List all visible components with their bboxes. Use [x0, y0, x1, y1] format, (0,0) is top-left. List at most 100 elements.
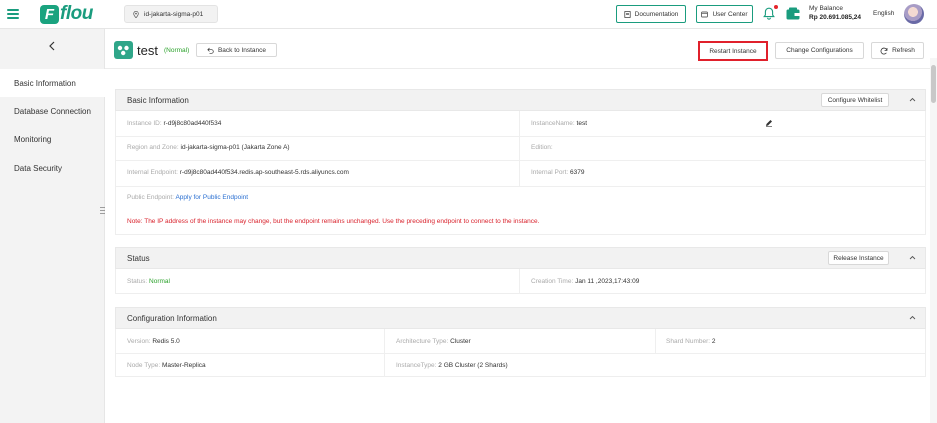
column-divider	[519, 269, 520, 294]
node-type-key: Node Type:	[127, 362, 161, 369]
logo-mark: F	[40, 4, 59, 24]
location-pin-icon	[133, 10, 139, 18]
edit-icon[interactable]	[765, 119, 773, 127]
public-endpoint-key: Public Endpoint:	[127, 194, 174, 201]
status-body	[115, 269, 926, 294]
release-instance-button[interactable]: Release Instance	[828, 251, 889, 265]
basic-information-header: Basic Information	[115, 89, 926, 111]
top-bar: F flou id-jakarta-sigma-p01 Documentatio…	[0, 0, 937, 29]
internal-port-key: Internal Port:	[531, 169, 569, 176]
status-title: Status	[127, 253, 150, 263]
chevron-up-icon[interactable]	[909, 315, 916, 320]
row-divider	[116, 353, 925, 354]
instance-icon	[114, 41, 133, 59]
instance-name-title: test	[137, 43, 158, 58]
notification-dot	[774, 5, 778, 9]
internal-endpoint-field: Internal Endpoint: r-d9j8c80ad440f534.re…	[127, 169, 349, 176]
scrollbar-track[interactable]	[930, 58, 937, 423]
region-zone-key: Region and Zone:	[127, 144, 179, 151]
internal-port-value: 6379	[570, 169, 585, 176]
user-center-label: User Center	[712, 10, 748, 18]
document-icon	[624, 10, 631, 18]
region-zone-value: id-jakarta-sigma-p01 (Jakarta Zone A)	[180, 144, 290, 151]
logo-text: flou	[60, 3, 93, 24]
instance-id-value: r-d9j8c80ad440f534	[163, 120, 222, 127]
wallet-icon[interactable]	[786, 7, 800, 20]
node-type-value: Master-Replica	[161, 362, 206, 369]
sidebar-collapse-handle-icon[interactable]	[99, 206, 106, 215]
internal-endpoint-key: Internal Endpoint:	[127, 169, 178, 176]
edition-key: Edition:	[531, 144, 553, 151]
sidebar-item-database-connection[interactable]: Database Connection	[0, 97, 105, 125]
balance-display[interactable]: My Balance Rp 20.691.085,24	[809, 4, 869, 26]
change-configurations-button[interactable]: Change Configurations	[775, 42, 864, 59]
edition-field: Edition:	[531, 144, 553, 151]
public-endpoint-field: Public Endpoint: Apply for Public Endpoi…	[127, 194, 248, 201]
instance-name-value: test	[576, 120, 588, 127]
refresh-icon	[880, 47, 888, 54]
documentation-button[interactable]: Documentation	[616, 5, 686, 23]
documentation-label: Documentation	[634, 10, 679, 18]
chevron-up-icon[interactable]	[909, 255, 916, 260]
sidebar-item-basic-information[interactable]: Basic Information	[0, 69, 105, 97]
shard-number-field: Shard Number: 2	[666, 338, 716, 345]
refresh-label: Refresh	[892, 47, 915, 54]
restart-instance-button[interactable]: Restart Instance	[698, 41, 768, 61]
balance-label: My Balance	[809, 5, 843, 12]
basic-information-title: Basic Information	[127, 95, 189, 105]
instance-name-key: InstanceName:	[531, 120, 575, 127]
instance-id-key: Instance ID:	[127, 120, 162, 127]
instance-id-field: Instance ID: r-d9j8c80ad440f534	[127, 120, 221, 127]
architecture-type-key: Architecture Type:	[396, 338, 449, 345]
user-icon	[701, 11, 709, 17]
region-label: id-jakarta-sigma-p01	[144, 10, 204, 18]
instance-name-field: InstanceName: test	[531, 120, 587, 127]
configuration-information-header: Configuration Information	[115, 307, 926, 329]
architecture-type-value: Cluster	[450, 338, 471, 345]
language-selector[interactable]: English	[873, 10, 894, 17]
redis-cluster-icon	[117, 45, 129, 56]
chevron-up-icon[interactable]	[909, 97, 916, 102]
bell-icon[interactable]	[763, 7, 775, 20]
version-value: Redis 5.0	[152, 338, 180, 345]
chevron-left-icon[interactable]	[48, 41, 56, 51]
header-divider	[105, 68, 930, 69]
architecture-type-field: Architecture Type: Cluster	[396, 338, 471, 345]
shard-number-key: Shard Number:	[666, 338, 711, 345]
row-divider	[116, 136, 925, 137]
apply-public-endpoint-link[interactable]: Apply for Public Endpoint	[175, 194, 248, 201]
balance-amount: Rp 20.691.085,24	[809, 14, 862, 21]
sidebar-item-data-security[interactable]: Data Security	[0, 154, 105, 182]
back-to-instance-button[interactable]: Back to Instance	[196, 43, 277, 57]
region-selector[interactable]: id-jakarta-sigma-p01	[124, 5, 218, 23]
version-key: Version:	[127, 338, 151, 345]
internal-port-field: Internal Port: 6379	[531, 169, 585, 176]
user-center-button[interactable]: User Center	[696, 5, 753, 23]
endpoint-note: Note: The IP address of the instance may…	[127, 218, 540, 225]
column-divider	[655, 329, 656, 353]
creation-time-value: Jan 11 ,2023,17:43:09	[575, 278, 640, 285]
menu-icon[interactable]	[7, 9, 19, 19]
status-field: Status: Normal	[127, 278, 170, 285]
status-key: Status:	[127, 278, 148, 285]
avatar[interactable]	[904, 4, 924, 24]
region-zone-field: Region and Zone: id-jakarta-sigma-p01 (J…	[127, 144, 290, 151]
internal-endpoint-value: r-d9j8c80ad440f534.redis.ap-southeast-5.…	[179, 169, 349, 176]
creation-time-key: Creation Time:	[531, 278, 574, 285]
creation-time-field: Creation Time: Jan 11 ,2023,17:43:09	[531, 278, 639, 285]
sidebar-item-monitoring[interactable]: Monitoring	[0, 125, 105, 153]
instance-type-value: 2 GB Cluster (2 Shards)	[438, 362, 508, 369]
configure-whitelist-button[interactable]: Configure Whitelist	[821, 93, 889, 107]
logo[interactable]: F flou	[40, 3, 93, 24]
node-type-field: Node Type: Master-Replica	[127, 362, 206, 369]
instance-type-key: InstanceType:	[396, 362, 437, 369]
configuration-information-title: Configuration Information	[127, 313, 217, 323]
instance-type-field: InstanceType: 2 GB Cluster (2 Shards)	[396, 362, 508, 369]
refresh-button[interactable]: Refresh	[871, 42, 924, 59]
scrollbar-thumb[interactable]	[931, 65, 936, 103]
instance-status-badge: (Normal)	[164, 47, 190, 54]
shard-number-value: 2	[711, 338, 716, 345]
row-divider	[116, 160, 925, 161]
version-field: Version: Redis 5.0	[127, 338, 180, 345]
column-divider	[519, 111, 520, 186]
